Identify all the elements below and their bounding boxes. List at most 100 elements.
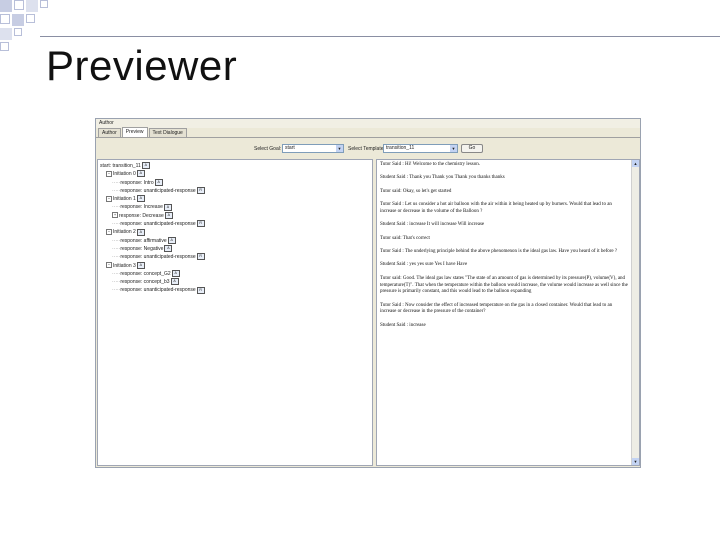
tree-node-label: Initiation 1 [113, 196, 136, 203]
decor-square [26, 14, 35, 23]
node-edit-icon[interactable]: A [136, 195, 145, 203]
decor-square [0, 42, 9, 51]
decor-square [12, 14, 24, 26]
decor-square [14, 0, 24, 10]
expand-icon[interactable]: + [112, 212, 118, 219]
tree-node-label: response: unanticipated-response [120, 221, 196, 228]
tree-node[interactable]: ·····response: concept_b3 A [100, 278, 372, 286]
scroll-up-icon[interactable]: ▲ [632, 160, 639, 167]
scroll-down-icon[interactable]: ▼ [632, 458, 639, 465]
node-edit-icon[interactable]: A [141, 162, 150, 170]
tree-node[interactable]: + response: Decrease A [100, 211, 372, 220]
transcript-line: Tutor Said : Let us consider a hot air b… [380, 202, 612, 214]
tree-node[interactable]: − Initiation 1A [100, 195, 372, 203]
tree-node-label: response: unanticipated-response [120, 187, 196, 194]
chevron-down-icon[interactable]: ▼ [450, 145, 457, 152]
tree-node-label: response: Intro [120, 179, 154, 186]
transcript-line: Tutor Said : Hi! Welcome to the chemistr… [380, 162, 481, 167]
go-button[interactable]: Go [461, 144, 483, 153]
tree-node[interactable]: − Initiation 3A [100, 261, 372, 270]
title-divider [40, 36, 720, 37]
template-select-value: transition_11 [386, 145, 415, 151]
decor-square [26, 0, 38, 12]
transcript-line: Tutor said: Okay, so let's get started [380, 188, 452, 194]
tree-node-label: response: Negative [120, 245, 164, 252]
transcript-line: Tutor Said : Now consider the effect of … [380, 302, 613, 315]
goal-label: Select Goal: [254, 146, 282, 152]
tab-text-dialogue[interactable]: Text Dialogue [148, 128, 187, 137]
tree-node-label: Initiation 3 [113, 262, 136, 269]
chevron-down-icon[interactable]: ▼ [336, 145, 343, 152]
tree-node[interactable]: − Initiation 0A [100, 170, 372, 178]
transcript-line: Tutor said: Good. The ideal gas law stat… [380, 275, 628, 295]
decor-square [0, 0, 12, 12]
tab-bar: Author Preview Text Dialogue [96, 127, 640, 138]
node-edit-icon[interactable]: A [154, 178, 163, 186]
decor-square [0, 28, 12, 40]
tree-node-label: response: concept_G2 [120, 270, 171, 277]
tree-node[interactable]: start: transition_11 A [100, 162, 372, 170]
transcript-pane: Tutor Said : Hi! Welcome to the chemistr… [376, 159, 640, 466]
node-edit-icon[interactable]: A [136, 261, 145, 269]
node-edit-icon[interactable]: A [164, 211, 173, 219]
tree-node[interactable]: ·····response: unanticipated-response R [100, 187, 372, 195]
tree-node-label: response: Increase [120, 204, 163, 211]
tree-node-label: Initiation 0 [113, 171, 136, 178]
toolbar: Select Goal: start ▼ Select Template: tr… [96, 138, 640, 158]
node-edit-icon[interactable]: A [163, 203, 172, 211]
transcript-line: Tutor Said : The underlying principle be… [380, 249, 618, 255]
tab-author[interactable]: Author [98, 128, 121, 137]
dialogue-tree: start: transition_11 A − Initiation 0 A ·····… [100, 162, 372, 295]
tree-node-label: response: Decrease [119, 212, 164, 219]
tree-node-label: start: transition_11 [100, 163, 141, 169]
menu-item-author[interactable]: Author [99, 120, 114, 126]
goal-select[interactable]: start ▼ [282, 144, 344, 153]
collapse-icon[interactable]: − [106, 229, 112, 236]
goal-select-value: start [285, 145, 295, 151]
tree-node[interactable]: ·····response: Increase A [100, 203, 372, 211]
menu-bar: Author [96, 119, 640, 128]
node-edit-icon[interactable]: R [196, 253, 205, 261]
transcript-line: Student Said : Thank you Thank you Thank… [380, 175, 505, 181]
transcript-line: Student Said : increase It will increase… [380, 222, 485, 228]
tree-node[interactable]: ·····response: affirmative A [100, 236, 372, 245]
node-edit-icon[interactable]: R [196, 220, 205, 228]
tree-node[interactable]: ·····response: Intro A [100, 178, 372, 187]
tree-node-label: response: unanticipated-response [120, 287, 196, 294]
tree-node[interactable]: ·····response: unanticipated-response R [100, 220, 372, 228]
collapse-icon[interactable]: − [106, 170, 112, 177]
tree-node[interactable]: ·····response: unanticipated-response R [100, 253, 372, 261]
collapse-icon[interactable]: − [106, 195, 112, 202]
tree-node[interactable]: ·····response: concept_G2 A [100, 270, 372, 278]
slide-title: Previewer [46, 42, 238, 89]
node-edit-icon[interactable]: A [164, 245, 173, 253]
tree-node-label: Initiation 2 [113, 229, 136, 236]
template-select[interactable]: transition_11 ▼ [383, 144, 458, 153]
transcript-line: Tutor said: That's correct [380, 235, 430, 241]
node-edit-icon[interactable]: A [136, 170, 145, 178]
dialogue-tree-pane: start: transition_11 A − Initiation 0 A ·····… [97, 159, 373, 466]
tree-node-label: response: concept_b3 [120, 279, 170, 286]
transcript: Tutor Said : Hi! Welcome to the chemistr… [377, 160, 639, 329]
transcript-line: Student Said : yes yes sure Yes I have H… [380, 262, 468, 268]
node-edit-icon[interactable]: A [170, 278, 179, 286]
tab-preview[interactable]: Preview [121, 127, 148, 137]
app-window: Author Author Preview Text Dialogue Sele… [95, 118, 641, 468]
template-label: Select Template: [348, 146, 385, 152]
decor-square [0, 14, 10, 24]
node-edit-icon[interactable]: R [196, 187, 205, 195]
collapse-icon[interactable]: − [106, 262, 112, 269]
decor-square [40, 0, 48, 8]
node-edit-icon[interactable]: A [171, 270, 180, 278]
tree-node[interactable]: ·····response: unanticipated-response R [100, 286, 372, 294]
transcript-scrollbar[interactable]: ▲ ▼ [631, 160, 639, 465]
tree-node[interactable]: − Initiation 2A [100, 228, 372, 236]
node-edit-icon[interactable]: R [196, 286, 205, 294]
node-edit-icon[interactable]: A [167, 236, 176, 244]
tree-node[interactable]: ·····response: Negative A [100, 245, 372, 253]
tree-node-label: response: unanticipated-response [120, 254, 196, 261]
transcript-line: Student Said : increase [380, 322, 426, 328]
decor-square [14, 28, 22, 36]
node-edit-icon[interactable]: A [136, 228, 145, 236]
tree-node-label: response: affirmative [120, 237, 167, 244]
